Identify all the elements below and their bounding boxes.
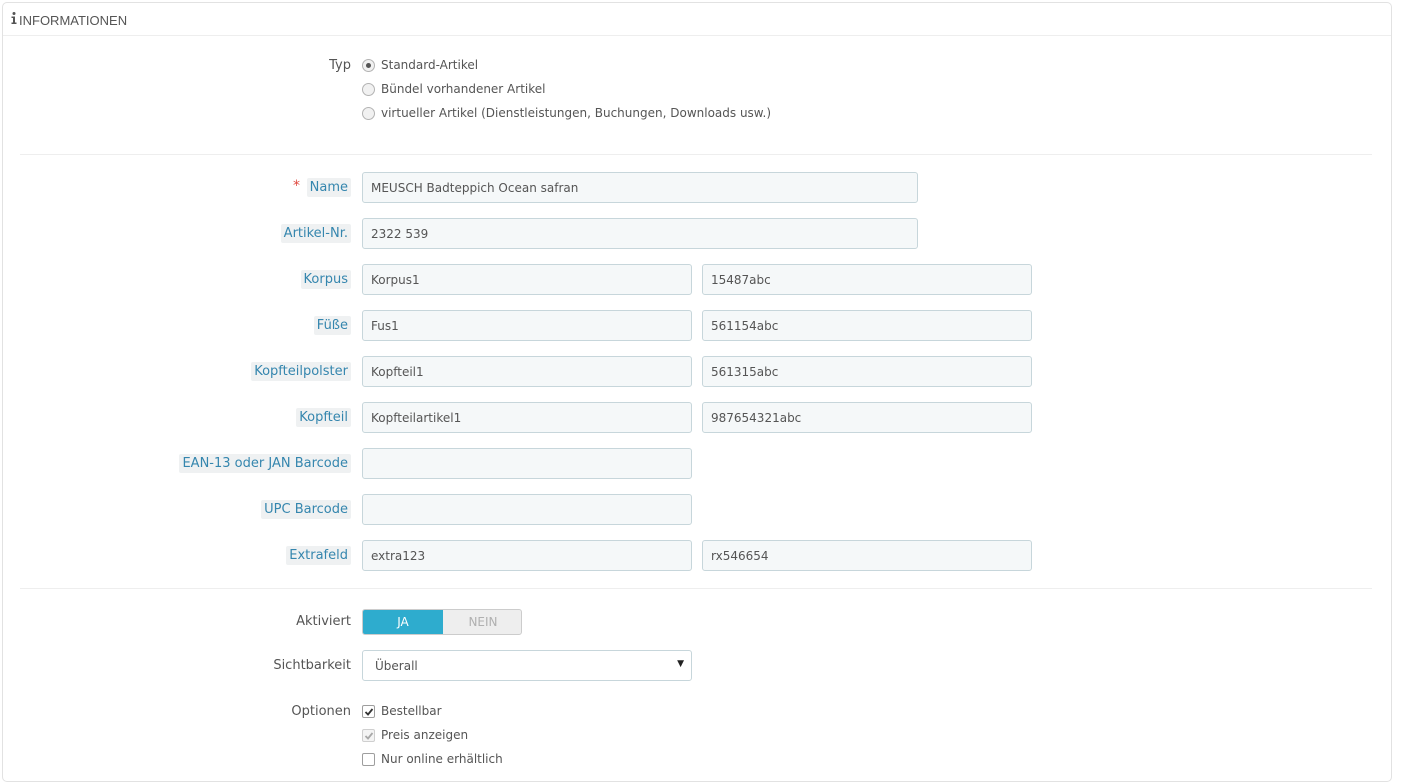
visibility-label: Sichtbarkeit (273, 658, 351, 673)
radio-label: Bündel vorhandener Artikel (381, 82, 546, 96)
fuesse-label: Füße (313, 316, 351, 335)
visibility-value: Überall (375, 659, 418, 673)
reference-input[interactable] (362, 218, 918, 249)
ean13-input[interactable] (362, 448, 692, 479)
kopfteil-label: Kopfteil (296, 408, 351, 427)
section-divider (20, 588, 1372, 589)
extrafeld-input[interactable] (362, 540, 692, 571)
fuesse-code-input[interactable] (702, 310, 1032, 341)
option-label: Bestellbar (381, 704, 442, 718)
checkbox[interactable] (362, 753, 375, 766)
active-switch[interactable]: JA NEIN (362, 609, 522, 635)
checkmark-icon (364, 708, 374, 716)
type-label: Typ (329, 58, 351, 73)
switch-on-ja[interactable]: JA (363, 610, 443, 634)
option-label: Preis anzeigen (381, 728, 469, 742)
active-label: Aktiviert (296, 614, 351, 629)
extrafeld-code-input[interactable] (702, 540, 1032, 571)
switch-off-nein[interactable]: NEIN (443, 610, 521, 634)
extrafeld-label: Extrafeld (286, 546, 351, 565)
radio-label: Standard-Artikel (381, 58, 479, 72)
section-divider (20, 154, 1372, 155)
checkmark-icon (364, 732, 374, 740)
korpus-label: Korpus (300, 270, 351, 289)
name-label: Name (306, 178, 351, 197)
panel-title: INFORMATIONEN (19, 13, 128, 28)
radio-standard-artikel[interactable]: Standard-Artikel (362, 58, 562, 74)
kopfteilpolster-label: Kopfteilpolster (251, 362, 351, 381)
name-input[interactable] (362, 172, 918, 203)
ean13-label: EAN-13 oder JAN Barcode (179, 454, 351, 473)
kopfteil-code-input[interactable] (702, 402, 1032, 433)
caret-down-icon: ▼ (677, 659, 684, 669)
korpus-code-input[interactable] (702, 264, 1032, 295)
visibility-select[interactable]: Überall ▼ (362, 650, 692, 681)
checkbox[interactable] (362, 705, 375, 718)
korpus-input[interactable] (362, 264, 692, 295)
options-label: Optionen (291, 704, 351, 719)
radio-button[interactable] (362, 83, 375, 96)
kopfteil-input[interactable] (362, 402, 692, 433)
checkbox[interactable] (362, 729, 375, 742)
radio-button[interactable] (362, 59, 375, 72)
option-bestellbar[interactable]: Bestellbar (362, 704, 482, 720)
panel-heading: INFORMATIONEN (3, 3, 1391, 36)
kopfteilpolster-input[interactable] (362, 356, 692, 387)
radio-button[interactable] (362, 107, 375, 120)
option-label: Nur online erhältlich (381, 752, 503, 766)
option-preis-anzeigen[interactable]: Preis anzeigen (362, 728, 502, 744)
reference-label: Artikel-Nr. (280, 224, 351, 243)
info-icon (11, 12, 17, 24)
option-nur-online[interactable]: Nur online erhältlich (362, 752, 522, 768)
fuesse-input[interactable] (362, 310, 692, 341)
upc-label: UPC Barcode (261, 500, 351, 519)
radio-label: virtueller Artikel (Dienstleistungen, Bu… (381, 106, 772, 120)
required-marker: * (293, 178, 300, 194)
radio-virtueller-artikel[interactable]: virtueller Artikel (Dienstleistungen, Bu… (362, 106, 771, 122)
radio-buendel-artikel[interactable]: Bündel vorhandener Artikel (362, 82, 562, 98)
upc-input[interactable] (362, 494, 692, 525)
kopfteilpolster-code-input[interactable] (702, 356, 1032, 387)
